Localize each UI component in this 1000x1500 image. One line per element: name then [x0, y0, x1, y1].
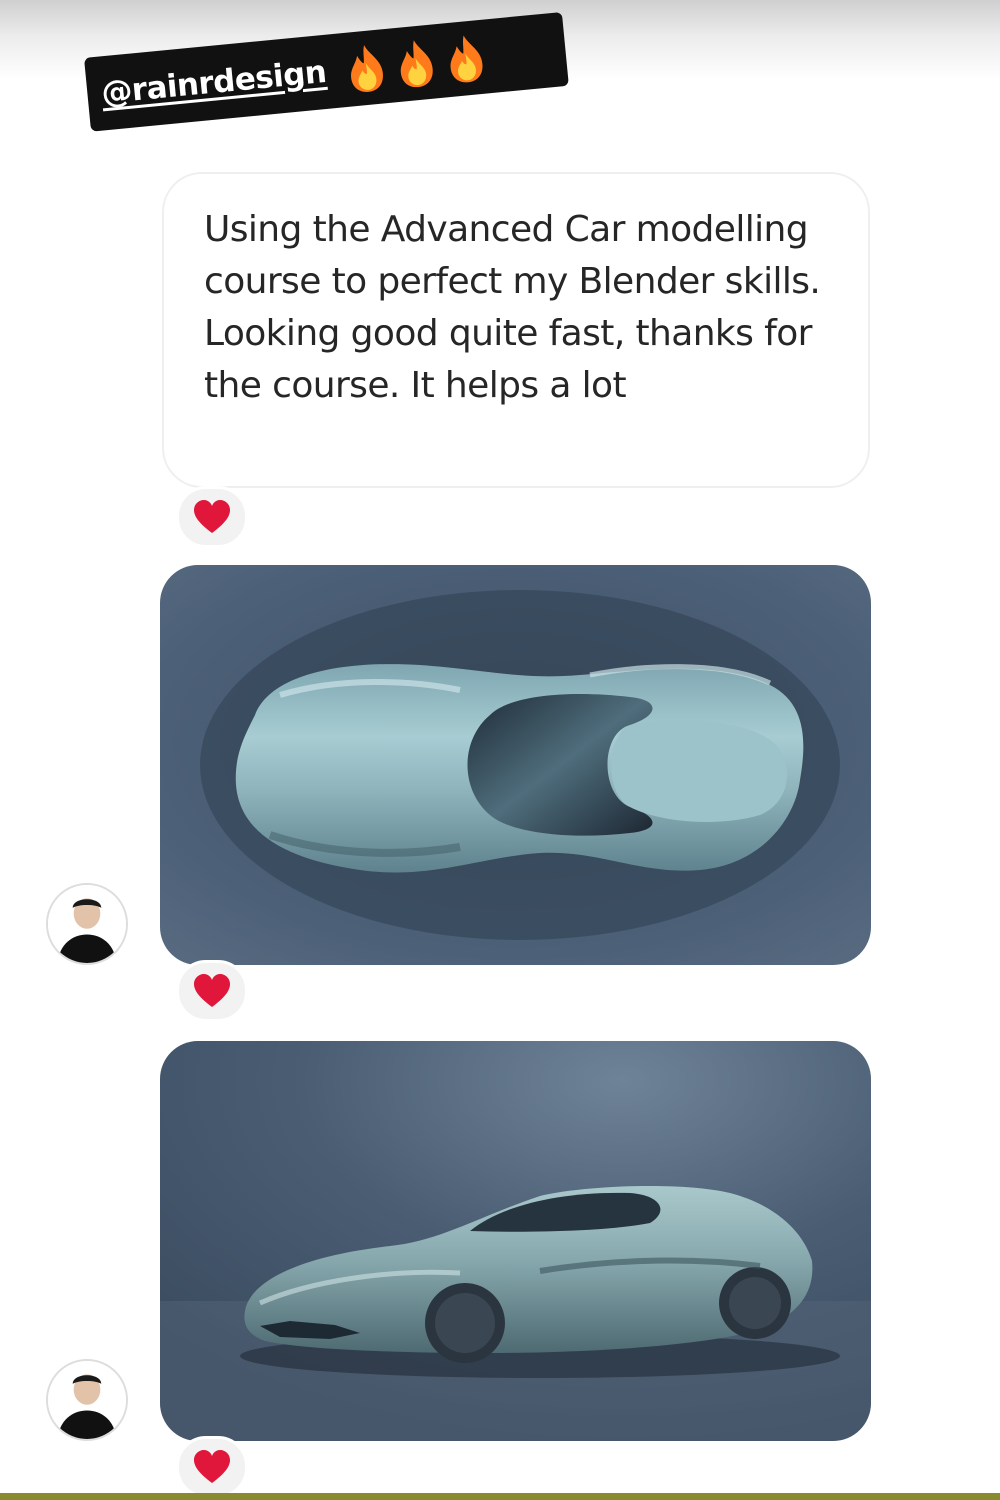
fire-icon	[350, 45, 383, 92]
heart-icon	[194, 500, 230, 533]
heart-icon	[194, 1450, 230, 1483]
mention-username[interactable]: @rainrdesign	[100, 54, 328, 111]
car-render-side-view[interactable]	[160, 1041, 871, 1441]
avatar-image	[48, 885, 126, 963]
fire-emoji-row	[342, 31, 490, 95]
avatar[interactable]	[46, 1359, 128, 1441]
avatar[interactable]	[46, 883, 128, 965]
heart-reaction[interactable]	[176, 960, 248, 1022]
car-side-view-image	[160, 1041, 871, 1441]
car-render-top-view[interactable]	[160, 565, 871, 965]
avatar-image	[48, 1361, 126, 1439]
heart-icon	[194, 974, 230, 1007]
car-top-view-image	[160, 565, 871, 965]
bottom-strip	[0, 1493, 1000, 1500]
message-text: Using the Advanced Car modelling course …	[204, 209, 821, 406]
fire-icon	[400, 40, 433, 88]
fire-icon	[450, 35, 483, 83]
message-bubble[interactable]: Using the Advanced Car modelling course …	[162, 172, 870, 488]
heart-reaction[interactable]	[176, 486, 248, 548]
heart-reaction[interactable]	[176, 1436, 248, 1498]
